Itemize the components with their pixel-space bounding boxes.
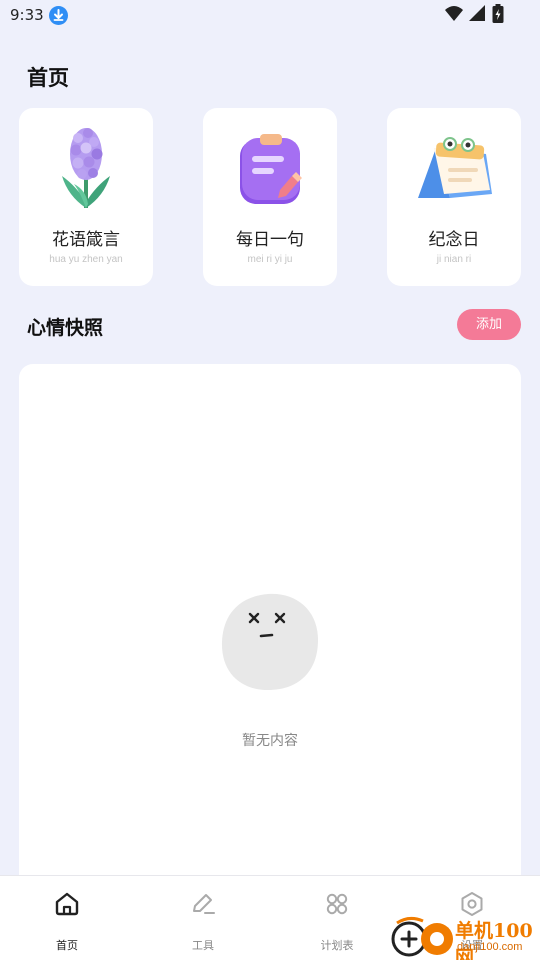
note-pen-icon	[240, 134, 302, 204]
add-mood-button[interactable]: 添加	[457, 309, 521, 340]
battery-icon	[492, 4, 504, 23]
wifi-icon	[445, 6, 463, 21]
nav-label: 计划表	[320, 939, 354, 952]
home-icon	[55, 892, 79, 916]
nav-item-plan[interactable]: 计划表	[297, 876, 377, 960]
edit-icon	[193, 894, 215, 914]
feature-card-daily-quote[interactable]: 每日一句 mei ri yi ju	[203, 108, 337, 286]
feature-card-pinyin: mei ri yi ju	[247, 254, 293, 265]
nav-label: 首页	[56, 939, 78, 952]
signal-icon	[469, 5, 485, 21]
feature-card-title: 纪念日	[428, 230, 480, 250]
watermark-url: danji100.com	[457, 941, 523, 953]
feature-card-pinyin: hua yu zhen yan	[49, 254, 123, 265]
watermark-logo: 单机100网 danji100.com	[391, 913, 540, 960]
nav-item-home[interactable]: 首页	[27, 876, 107, 960]
watermark-text: 单机100网	[455, 920, 533, 960]
nav-label: 工具	[192, 939, 214, 952]
feature-card-title: 每日一句	[236, 230, 304, 250]
page-title: 首页	[27, 66, 69, 90]
feature-card-flower-words[interactable]: 花语箴言 hua yu zhen yan	[19, 108, 153, 286]
mood-section-title: 心情快照	[27, 317, 104, 339]
feature-card-title: 花语箴言	[52, 230, 120, 250]
download-icon	[49, 6, 68, 25]
mood-snapshot-panel: 暂无内容	[19, 364, 521, 904]
nav-item-tools[interactable]: 工具	[163, 876, 243, 960]
grid-icon	[326, 893, 348, 915]
watermark-icon	[391, 916, 453, 957]
status-bar: 9:33	[0, 0, 540, 32]
empty-face-icon	[221, 593, 318, 690]
feature-card-pinyin: ji nian ri	[436, 254, 472, 265]
empty-state-text: 暂无内容	[242, 733, 298, 749]
hyacinth-flower-icon	[62, 128, 110, 208]
status-time: 9:33	[10, 6, 44, 24]
feature-card-anniversary[interactable]: 纪念日 ji nian ri	[387, 108, 521, 286]
desk-calendar-icon	[418, 137, 492, 198]
